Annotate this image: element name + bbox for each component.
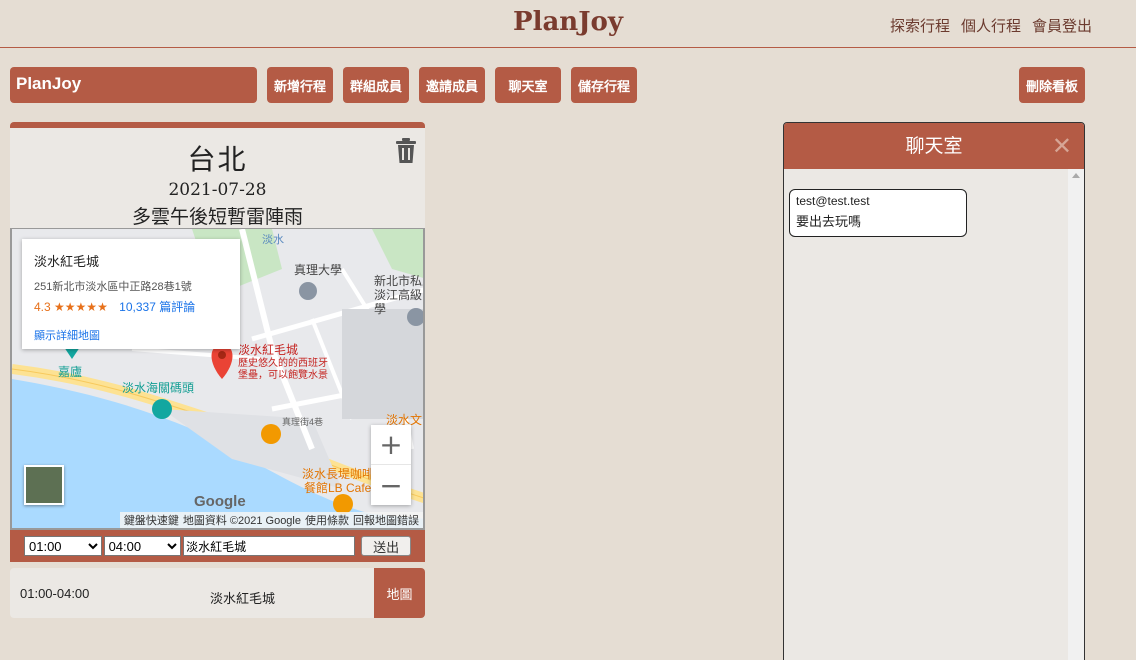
board-title-field[interactable]: PlanJoy — [10, 67, 257, 103]
map-data-credit: 地圖資料 ©2021 Google — [182, 515, 301, 527]
terms-link[interactable]: 使用條款 — [305, 512, 349, 528]
nav-personal[interactable]: 個人行程 — [961, 15, 1021, 36]
trash-icon[interactable] — [395, 138, 417, 164]
add-trip-button[interactable]: 新增行程 — [267, 67, 333, 103]
map-label-cafe2: 餐館LB Cafe — [304, 481, 372, 495]
invite-members-button[interactable]: 邀請成員 — [419, 67, 485, 103]
chat-message: test@test.test 要出去玩嗎 — [789, 189, 967, 237]
info-rating: 4.3 — [34, 300, 51, 314]
chat-header: 聊天室 ✕ — [784, 123, 1084, 169]
trip-date: 2021-07-28 — [168, 180, 267, 200]
satellite-toggle[interactable] — [24, 465, 64, 505]
chat-scrollbar[interactable] — [1068, 169, 1084, 660]
zoom-in-button[interactable]: + — [371, 425, 411, 465]
map-footer: 鍵盤快速鍵 地圖資料 ©2021 Google 使用條款 回報地圖錯誤 — [119, 512, 423, 528]
map-label-school: 新北市私立淡江高級中學 — [374, 274, 423, 316]
map-label-fort-desc2: 堡壘，可以飽覽水景 — [238, 370, 328, 381]
zoom-control: + − — [371, 425, 411, 505]
map-label-university: 真理大學 — [294, 263, 343, 277]
group-members-button[interactable]: 群組成員 — [343, 67, 409, 103]
schedule-item: 01:00-04:00 淡水紅毛城 地圖 — [10, 568, 425, 618]
chat-title: 聊天室 — [905, 135, 963, 157]
view-larger-map-link[interactable]: 顯示詳細地圖 — [34, 327, 228, 343]
map-label-street: 真理街4巷 — [282, 417, 324, 427]
item-map-button[interactable]: 地圖 — [374, 568, 425, 618]
nav-explore[interactable]: 探索行程 — [890, 15, 950, 36]
end-time-select[interactable]: 04:00 — [103, 536, 182, 556]
city-title: 台北 — [187, 143, 248, 176]
top-nav: 探索行程 個人行程 會員登出 — [890, 15, 1092, 36]
info-reviews-link[interactable]: 10,337 篇評論 — [119, 300, 195, 314]
info-title: 淡水紅毛城 — [34, 254, 100, 269]
google-map[interactable]: 真理大學 新北市私立淡江高級中學 淡水紅毛城 歷史悠久的的西班牙 堡壘，可以飽覽… — [10, 228, 425, 530]
card-header: 台北 2021-07-28 多雲午後短暫雷陣雨 — [10, 128, 425, 228]
keyboard-shortcuts-link[interactable]: 鍵盤快速鍵 — [124, 512, 179, 528]
chat-panel: 聊天室 ✕ test@test.test 要出去玩嗎 — [783, 122, 1085, 660]
message-sender: test@test.test — [796, 194, 870, 208]
close-icon[interactable]: ✕ — [1052, 123, 1072, 169]
day-card: 台北 2021-07-28 多雲午後短暫雷陣雨 真理大學 新北市私 淡江高級 學… — [10, 122, 425, 622]
chat-room-button[interactable]: 聊天室 — [495, 67, 561, 103]
zoom-out-button[interactable]: − — [371, 465, 411, 505]
map-label-pier: 淡水海關碼頭 — [122, 381, 195, 395]
item-place: 淡水紅毛城 — [210, 592, 276, 607]
nav-logout[interactable]: 會員登出 — [1032, 15, 1092, 36]
schedule-form: 01:00 04:00 送出 — [10, 530, 425, 562]
item-time: 01:00-04:00 — [20, 586, 90, 601]
submit-button[interactable]: 送出 — [361, 536, 411, 556]
map-label-jialu: 嘉廬 — [58, 365, 83, 379]
place-input[interactable] — [183, 536, 356, 556]
map-info-window: 淡水紅毛城 251新北市淡水區中正路28巷1號 4.3 ★★★★★ 10,337… — [22, 239, 240, 349]
info-rating-row: 4.3 ★★★★★ 10,337 篇評論 — [34, 298, 228, 315]
scroll-up-icon[interactable] — [1072, 173, 1080, 178]
top-header: PlanJoy 探索行程 個人行程 會員登出 — [0, 0, 1136, 48]
google-logo: Google — [194, 493, 246, 510]
report-error-link[interactable]: 回報地圖錯誤 — [353, 512, 419, 528]
start-time-select[interactable]: 01:00 — [24, 536, 102, 556]
map-label-river: 淡水 — [262, 234, 284, 246]
message-text: 要出去玩嗎 — [796, 215, 862, 230]
weather-text: 多雲午後短暫雷陣雨 — [131, 206, 303, 228]
info-address: 251新北市淡水區中正路28巷1號 — [34, 281, 192, 293]
star-icons: ★★★★★ — [54, 300, 108, 314]
chat-messages: test@test.test 要出去玩嗎 — [784, 169, 1084, 660]
delete-board-button[interactable]: 刪除看板 — [1019, 67, 1085, 103]
save-trip-button[interactable]: 儲存行程 — [571, 67, 637, 103]
